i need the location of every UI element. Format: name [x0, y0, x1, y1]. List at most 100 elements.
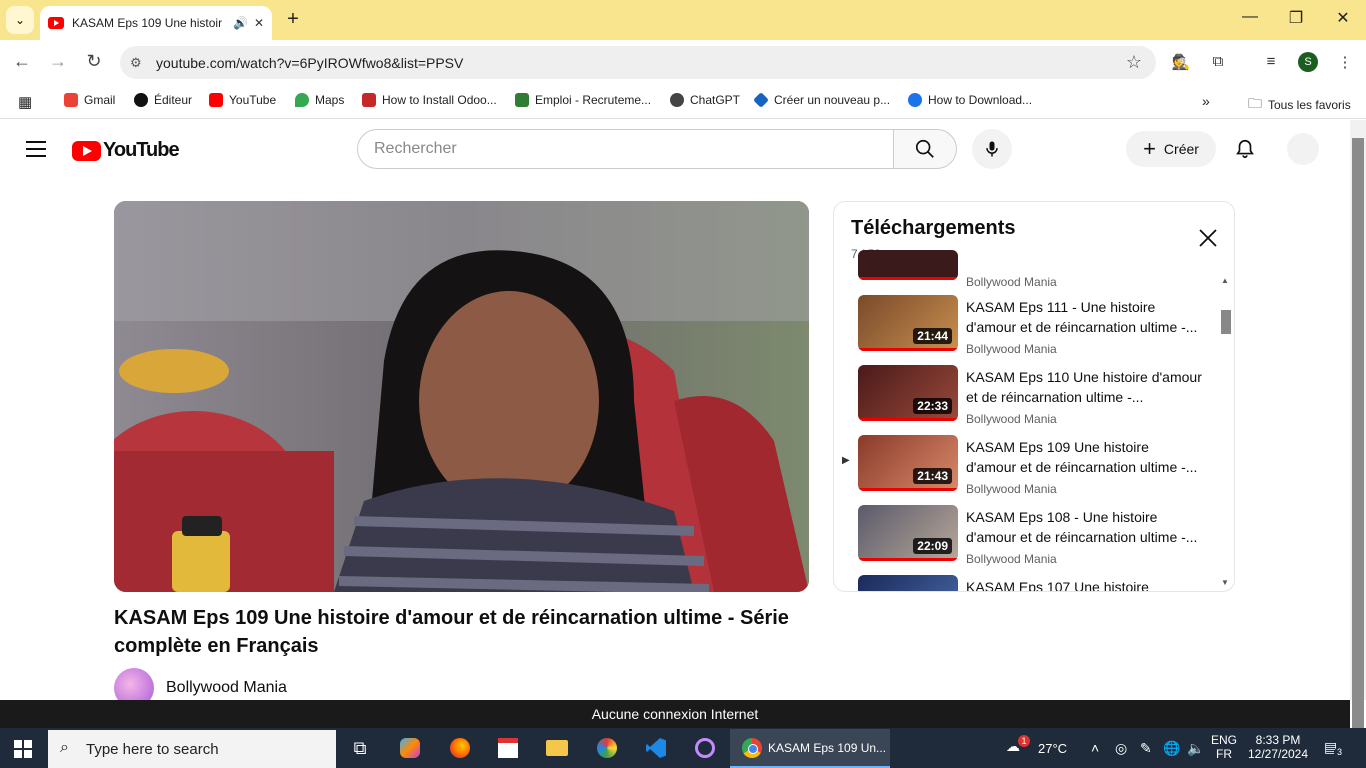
- plus-icon: +: [1143, 136, 1156, 161]
- file-explorer-icon[interactable]: [543, 734, 571, 762]
- chrome-icon: [742, 737, 762, 758]
- folder-icon: 🗀: [1248, 95, 1262, 111]
- playlist-item-title: KASAM Eps 107 Une histoire: [966, 579, 1149, 592]
- scroll-up-arrow-icon[interactable]: ▲: [1221, 276, 1229, 285]
- playlist-item[interactable]: 22:09 KASAM Eps 108 - Une histoire d'amo…: [834, 505, 1224, 575]
- playlist-panel: Téléchargements 7 / 53 Bollywood Mania 2…: [833, 201, 1235, 592]
- playlist-item-title: KASAM Eps 108 - Une histoire d'amour et …: [966, 509, 1198, 545]
- channel-name[interactable]: Bollywood Mania: [166, 679, 287, 697]
- language-indicator[interactable]: ENG FR: [1208, 733, 1240, 761]
- new-tab-button[interactable]: +: [282, 8, 304, 30]
- browser-tab-active[interactable]: KASAM Eps 109 Une histoir 🔊 ✕: [40, 6, 272, 40]
- tab-title: KASAM Eps 109 Une histoir: [72, 16, 223, 30]
- video-thumbnail: [858, 250, 958, 280]
- network-globe-icon[interactable]: 🌐: [1163, 740, 1180, 757]
- forward-icon[interactable]: →: [46, 51, 70, 72]
- notification-center-icon[interactable]: ▤ 3: [1324, 739, 1345, 758]
- copilot-icon[interactable]: [396, 734, 424, 762]
- playlist-item-title: KASAM Eps 110 Une histoire d'amour et de…: [966, 369, 1202, 405]
- apps-grid-icon[interactable]: ▦: [18, 93, 32, 111]
- offline-notice: Aucune connexion Internet: [0, 700, 1350, 728]
- bookmark-maps[interactable]: Maps: [295, 93, 344, 107]
- profile-avatar[interactable]: S: [1298, 52, 1318, 72]
- hamburger-menu-icon[interactable]: [26, 141, 46, 162]
- video-thumbnail: 22:33: [858, 365, 958, 421]
- account-avatar[interactable]: [1287, 133, 1319, 165]
- media-control-icon[interactable]: ≡: [1260, 53, 1282, 70]
- weather-cloud-icon[interactable]: ☁ 1: [1006, 735, 1030, 755]
- duration-badge: 21:43: [913, 468, 952, 484]
- bookmark-chatgpt[interactable]: ChatGPT: [670, 93, 740, 107]
- speaker-icon[interactable]: 🔊: [233, 16, 248, 30]
- odoo-site-icon: [362, 93, 376, 107]
- search-icon: [915, 139, 934, 158]
- menu-kebab-icon[interactable]: ⋮: [1334, 53, 1356, 71]
- youtube-logo[interactable]: YouTube: [72, 139, 180, 162]
- video-thumbnail: 21:44: [858, 295, 958, 351]
- youtube-play-logo-icon: [72, 140, 101, 161]
- extensions-icon[interactable]: ⧉: [1207, 53, 1229, 70]
- video-thumbnail: 21:43: [858, 435, 958, 491]
- video-title: KASAM Eps 109 Une histoire d'amour et de…: [114, 607, 789, 657]
- address-bar[interactable]: ⚙ youtube.com/watch?v=6PyIROWfwo8&list=P…: [120, 46, 1156, 79]
- playlist-item-channel: Bollywood Mania: [966, 552, 1057, 566]
- task-view-icon[interactable]: ⧉: [346, 734, 374, 762]
- url-text: youtube.com/watch?v=6PyIROWfwo8&list=PPS…: [156, 54, 464, 71]
- video-player[interactable]: [114, 201, 809, 592]
- bookmark-odoo[interactable]: How to Install Odoo...: [362, 93, 497, 107]
- minimize-icon[interactable]: —: [1238, 8, 1262, 26]
- clock[interactable]: 8:33 PM 12/27/2024: [1245, 733, 1311, 761]
- playlist-item-channel: Bollywood Mania: [966, 482, 1057, 496]
- playlist-item[interactable]: 21:44 KASAM Eps 111 - Une histoire d'amo…: [834, 295, 1224, 365]
- close-icon[interactable]: [1196, 226, 1220, 250]
- bookmark-editeur[interactable]: Éditeur: [134, 93, 192, 107]
- reload-icon[interactable]: ↻: [82, 51, 106, 72]
- playlist-item[interactable]: 22:33 KASAM Eps 110 Une histoire d'amour…: [834, 365, 1224, 435]
- playlist-item-partial[interactable]: Bollywood Mania: [834, 250, 1224, 289]
- search-button[interactable]: [893, 129, 957, 169]
- back-icon[interactable]: ←: [10, 51, 34, 72]
- site-info-icon[interactable]: ⚙: [130, 55, 142, 71]
- scroll-down-arrow-icon[interactable]: ▼: [1221, 578, 1229, 587]
- page-scrollbar-thumb[interactable]: [1352, 138, 1364, 734]
- bookmark-emploi[interactable]: Emploi - Recruteme...: [515, 93, 651, 107]
- scrollbar-thumb[interactable]: [1221, 310, 1231, 334]
- playlist-title: Téléchargements: [851, 217, 1016, 239]
- diamond-icon: [753, 92, 769, 108]
- more-bookmarks-icon[interactable]: »: [1202, 93, 1210, 109]
- weather-temperature[interactable]: 27°C: [1038, 741, 1067, 756]
- webcam-icon[interactable]: ◎: [1115, 740, 1127, 757]
- bookmark-creer[interactable]: Créer un nouveau p...: [753, 92, 890, 108]
- bookmark-youtube[interactable]: YouTube: [209, 93, 276, 107]
- volume-icon[interactable]: 🔈: [1187, 740, 1204, 757]
- taskbar-search-input[interactable]: ⌕ Type here to search: [48, 730, 336, 768]
- notifications-bell-icon[interactable]: [1234, 137, 1256, 166]
- playlist-scrollbar[interactable]: ▲ ▼: [1221, 276, 1231, 590]
- calendar-app-icon[interactable]: [494, 734, 522, 762]
- create-button[interactable]: + Créer: [1126, 131, 1216, 167]
- playlist-item[interactable]: KASAM Eps 107 Une histoire: [834, 575, 1224, 592]
- close-window-icon[interactable]: ✕: [1331, 8, 1355, 28]
- voice-search-button[interactable]: [972, 129, 1012, 169]
- close-tab-icon[interactable]: ✕: [254, 16, 264, 30]
- restore-icon[interactable]: ❐: [1284, 8, 1308, 28]
- bookmark-gmail[interactable]: Gmail: [64, 93, 115, 107]
- bookmark-how-to-download[interactable]: How to Download...: [908, 93, 1032, 107]
- page-scrollbar[interactable]: [1350, 120, 1366, 734]
- media-player-icon[interactable]: [691, 734, 719, 762]
- vscode-icon[interactable]: [642, 734, 670, 762]
- search-input[interactable]: Rechercher: [357, 129, 894, 169]
- firefox-icon[interactable]: [446, 734, 474, 762]
- paint-app-icon[interactable]: [593, 734, 621, 762]
- taskbar-chrome-window[interactable]: KASAM Eps 109 Un...: [730, 729, 890, 768]
- pen-icon[interactable]: ✎: [1140, 740, 1152, 757]
- playlist-item-current[interactable]: ▶ 21:43 KASAM Eps 109 Une histoire d'amo…: [834, 435, 1224, 505]
- duration-badge: 21:44: [913, 328, 952, 344]
- chevron-up-icon[interactable]: ˄: [1091, 740, 1099, 756]
- bookmark-star-icon[interactable]: ☆: [1126, 52, 1142, 73]
- incognito-icon[interactable]: 🕵: [1170, 53, 1192, 71]
- all-bookmarks-folder[interactable]: 🗀 Tous les favoris: [1248, 93, 1351, 117]
- tab-search-button[interactable]: ⌄: [6, 6, 34, 34]
- weather-alert-badge: 1: [1018, 735, 1030, 747]
- windows-start-icon[interactable]: [14, 740, 32, 758]
